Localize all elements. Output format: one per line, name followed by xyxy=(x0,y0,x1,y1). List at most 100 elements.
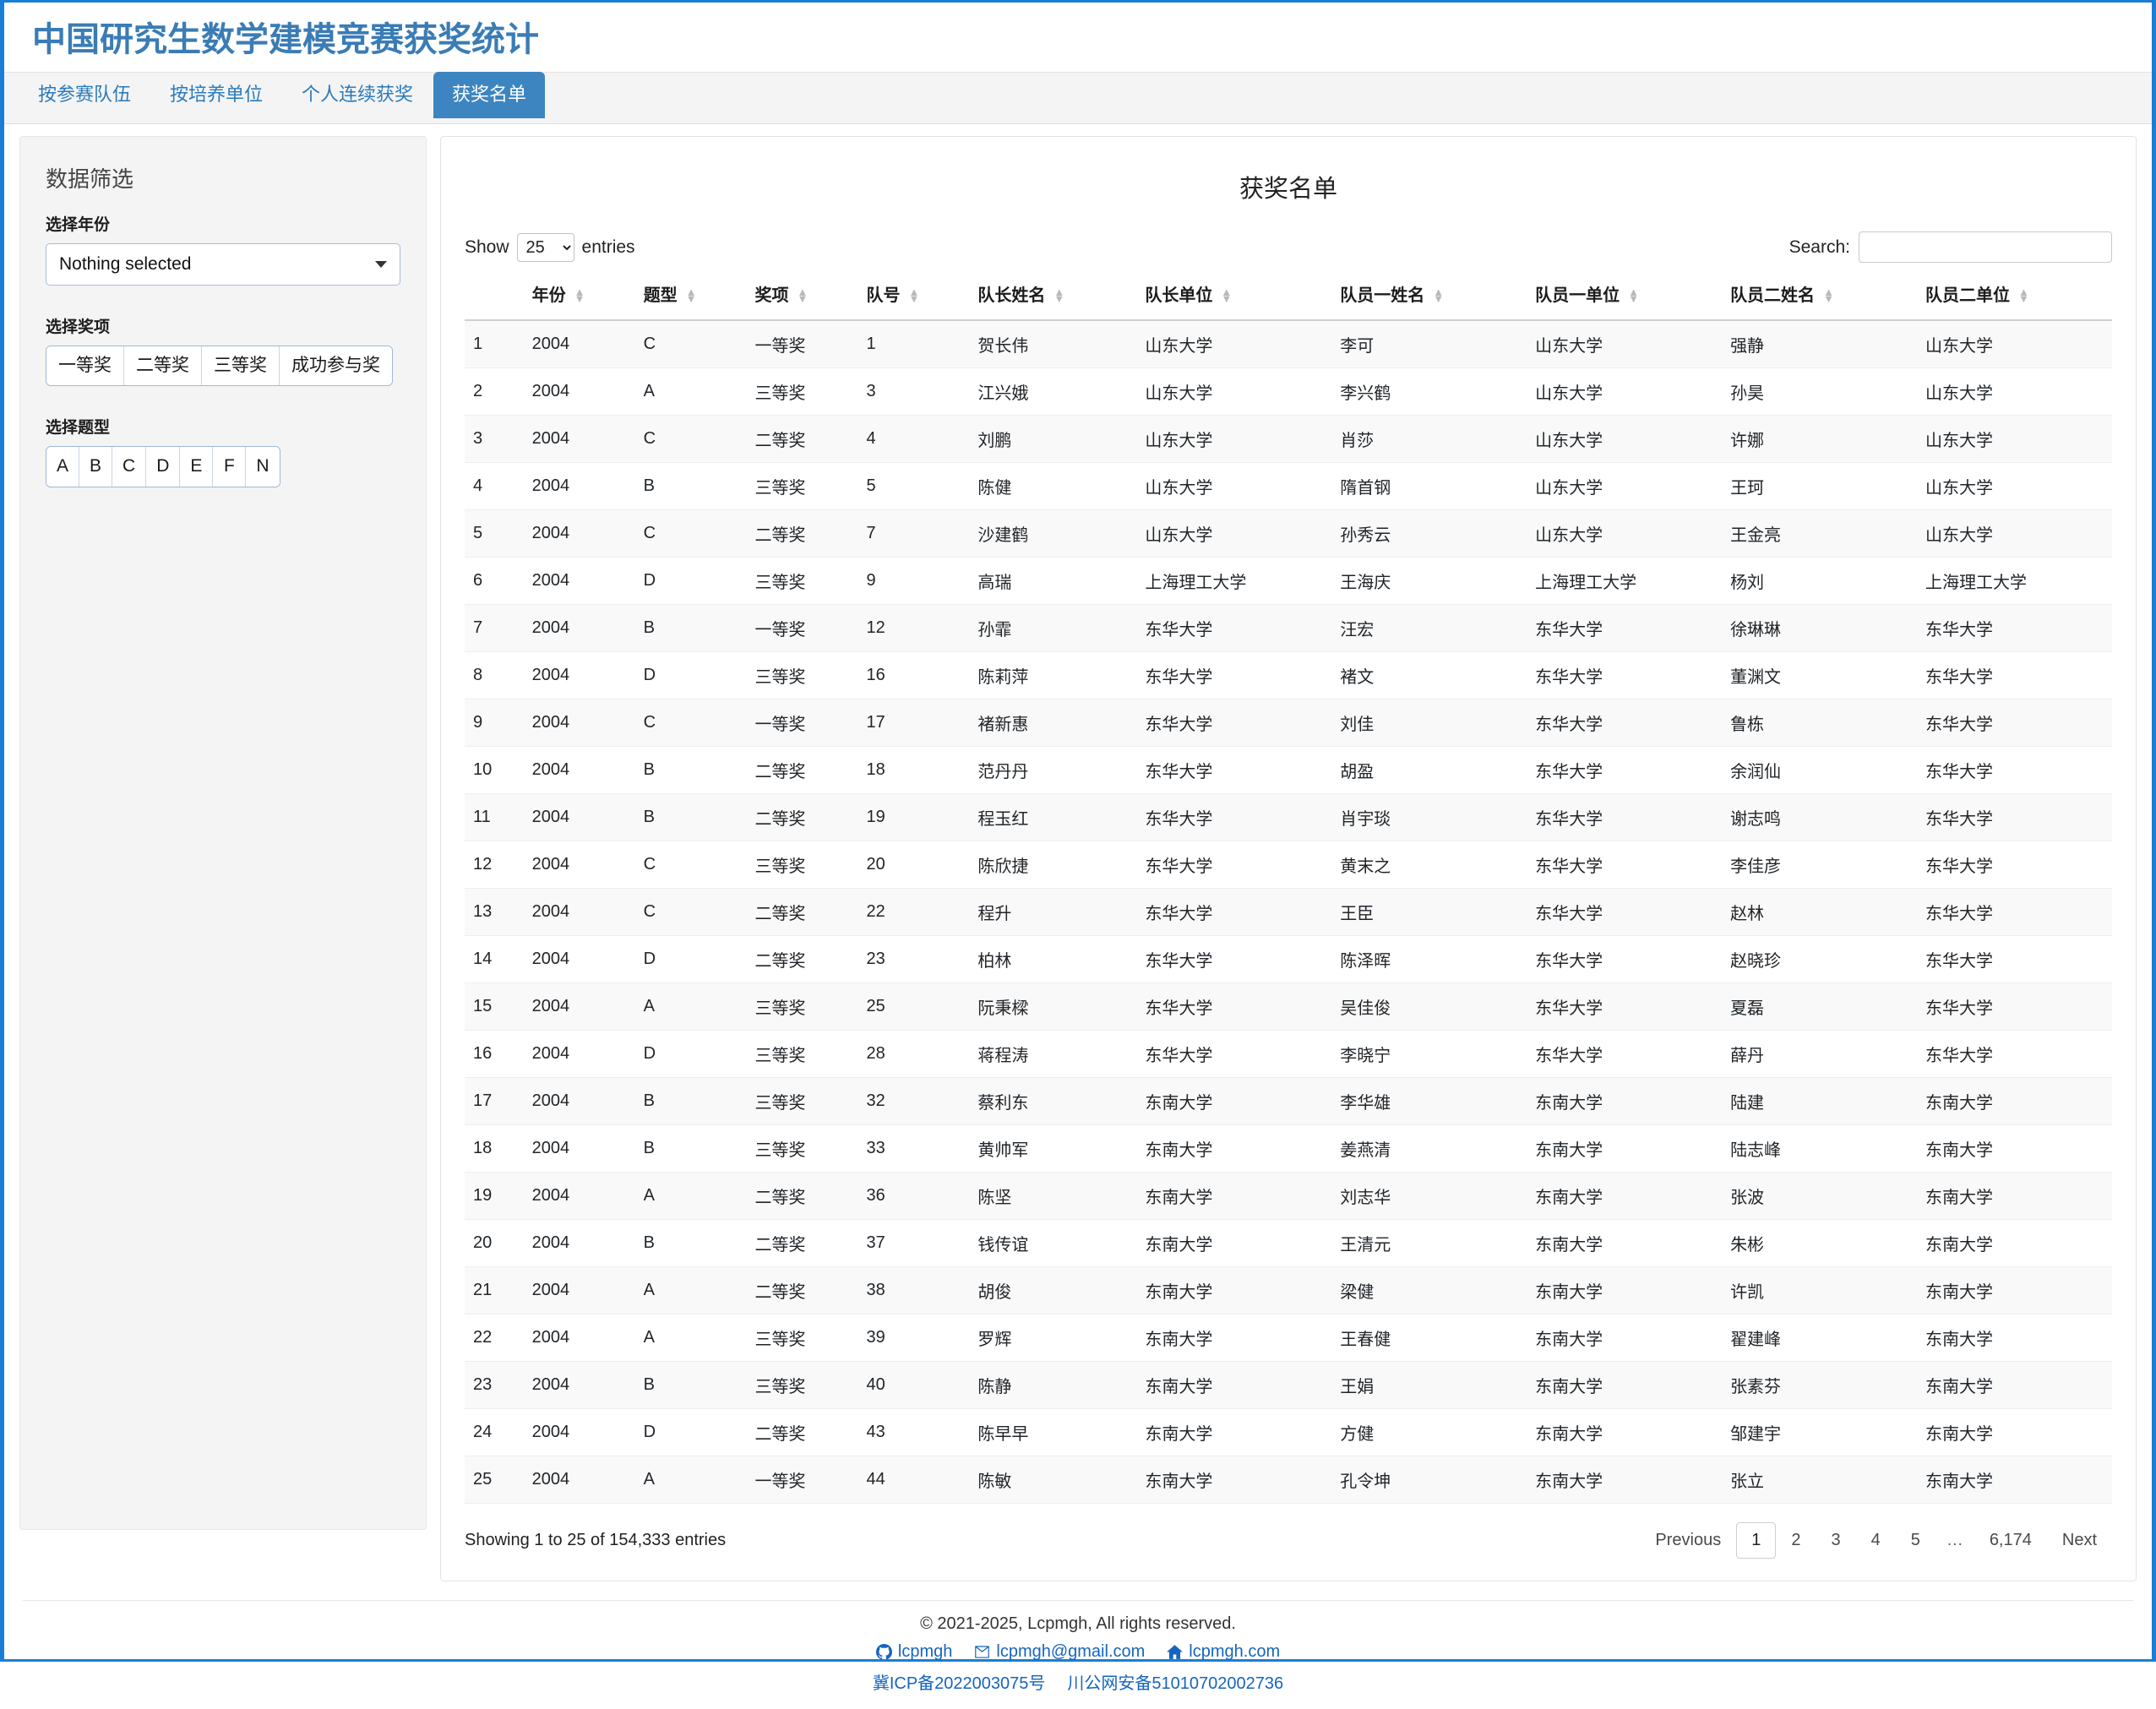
footer-link-home[interactable]: lcpmgh.com xyxy=(1167,1642,1280,1662)
pagination-page-1[interactable]: 1 xyxy=(1736,1522,1777,1559)
cell-leader-name: 陈坚 xyxy=(969,1172,1137,1220)
cell-award: 三等奖 xyxy=(746,841,858,889)
pagination-page-2[interactable]: 2 xyxy=(1776,1522,1816,1559)
cell-member1-institution: 东华大学 xyxy=(1527,746,1723,794)
sort-icon: ▲ ▼ xyxy=(2017,285,2029,305)
award-option-second[interactable]: 二等奖 xyxy=(124,346,202,386)
tab-by-team[interactable]: 按参赛队伍 xyxy=(19,72,150,118)
footer-link-github-label: lcpmgh xyxy=(897,1642,953,1661)
row-index: 14 xyxy=(465,935,524,983)
cell-team-number: 28 xyxy=(858,1030,970,1078)
show-prefix-label: Show xyxy=(465,237,509,257)
footer-link-github[interactable]: lcpmgh xyxy=(875,1642,953,1662)
cell-leader-institution: 东华大学 xyxy=(1136,888,1332,936)
problem-option-f[interactable]: F xyxy=(213,447,247,487)
column-header-member1-name[interactable]: 队员一姓名 ▲ ▼ xyxy=(1331,275,1527,321)
cell-member1-institution: 山东大学 xyxy=(1527,415,1723,463)
cell-leader-name: 陈欣捷 xyxy=(969,841,1137,889)
column-header-year[interactable]: 年份 ▲ ▼ xyxy=(523,275,635,321)
cell-leader-institution: 东南大学 xyxy=(1136,1266,1332,1314)
cell-problem-type: C xyxy=(634,509,747,558)
award-option-first[interactable]: 一等奖 xyxy=(46,346,124,386)
pagination-next[interactable]: Next xyxy=(2047,1522,2112,1559)
column-header-member1-institution[interactable]: 队员一单位 ▲ ▼ xyxy=(1527,275,1723,321)
cell-year: 2004 xyxy=(523,320,635,368)
cell-member2-name: 杨刘 xyxy=(1722,557,1917,605)
award-option-participation[interactable]: 成功参与奖 xyxy=(280,346,392,386)
cell-problem-type: D xyxy=(634,1030,747,1078)
cell-team-number: 40 xyxy=(858,1361,970,1409)
table-row: 2 2004 A 三等奖 3 江兴娥 山东大学 李兴鹤 山东大学 孙昊 山东大学 xyxy=(465,367,2112,416)
pagination-page-5[interactable]: 5 xyxy=(1896,1522,1936,1559)
cell-leader-name: 蒋程涛 xyxy=(969,1030,1137,1078)
column-header-leader-name[interactable]: 队长姓名 ▲ ▼ xyxy=(969,275,1137,321)
cell-member1-name: 吴佳俊 xyxy=(1331,982,1527,1031)
award-option-third[interactable]: 三等奖 xyxy=(202,346,280,386)
cell-year: 2004 xyxy=(523,415,635,463)
search-input[interactable] xyxy=(1859,231,2112,263)
cell-year: 2004 xyxy=(523,888,635,936)
cell-year: 2004 xyxy=(523,1124,635,1173)
problem-option-b[interactable]: B xyxy=(79,447,113,487)
pagination-page-4[interactable]: 4 xyxy=(1856,1522,1896,1559)
cell-team-number: 1 xyxy=(858,320,970,368)
cell-member2-institution: 上海理工大学 xyxy=(1916,557,2112,605)
problem-option-d[interactable]: D xyxy=(146,447,181,487)
problem-option-a[interactable]: A xyxy=(46,447,80,487)
page-length-select[interactable]: 102550100 xyxy=(516,232,574,262)
cell-member2-name: 夏磊 xyxy=(1722,982,1917,1031)
cell-year: 2004 xyxy=(523,1408,635,1456)
cell-member2-institution: 东华大学 xyxy=(1916,982,2112,1031)
table-row: 23 2004 B 三等奖 40 陈静 东南大学 王娟 东南大学 张素芬 东南大学 xyxy=(465,1361,2112,1409)
cell-leader-institution: 东华大学 xyxy=(1136,1030,1332,1078)
column-header-award[interactable]: 奖项 ▲ ▼ xyxy=(746,275,858,321)
column-header-leader-institution[interactable]: 队长单位 ▲ ▼ xyxy=(1136,275,1332,321)
cell-problem-type: B xyxy=(634,1361,747,1409)
page-title: 中国研究生数学建模竞赛获奖统计 xyxy=(32,21,539,58)
tab-award-list[interactable]: 获奖名单 xyxy=(433,72,546,118)
year-select[interactable]: Nothing selected xyxy=(46,243,400,286)
cell-member1-institution: 东南大学 xyxy=(1527,1456,1723,1504)
column-header-team-number[interactable]: 队号 ▲ ▼ xyxy=(858,275,970,321)
cell-member1-name: 李华雄 xyxy=(1331,1077,1527,1125)
cell-member2-name: 陆志峰 xyxy=(1722,1124,1917,1173)
tab-individual-streak[interactable]: 个人连续获奖 xyxy=(283,72,432,118)
tab-by-institution[interactable]: 按培养单位 xyxy=(151,72,281,118)
row-index: 1 xyxy=(465,320,524,368)
cell-member1-name: 王娟 xyxy=(1331,1361,1527,1409)
cell-member1-name: 梁健 xyxy=(1331,1266,1527,1314)
cell-member1-name: 肖莎 xyxy=(1331,415,1527,463)
sort-icon: ▲ ▼ xyxy=(1433,285,1445,305)
footer-link-email[interactable]: lcpmgh@gmail.com xyxy=(974,1642,1145,1662)
pagination-page-3[interactable]: 3 xyxy=(1816,1522,1855,1559)
cell-leader-name: 陈莉萍 xyxy=(969,651,1137,699)
problem-option-c[interactable]: C xyxy=(112,447,147,487)
cell-team-number: 39 xyxy=(858,1314,970,1362)
cell-member2-institution: 东华大学 xyxy=(1916,699,2112,747)
pagination-previous[interactable]: Previous xyxy=(1640,1522,1736,1559)
award-list-table: 年份 ▲ ▼ 题型 ▲ ▼ 奖项 ▲ ▼ 队号 ▲ ▼ 队长姓名 ▲ ▼ 队长单位 ▲ ▼ 队员一姓名 ▲… xyxy=(465,275,2112,1504)
row-index: 8 xyxy=(465,651,524,699)
problem-option-n[interactable]: N xyxy=(246,447,280,487)
table-row: 7 2004 B 一等奖 12 孙霏 东华大学 汪宏 东华大学 徐琳琳 东华大学 xyxy=(465,604,2112,652)
table-row: 5 2004 C 二等奖 7 沙建鹤 山东大学 孙秀云 山东大学 王金亮 山东大学 xyxy=(465,509,2112,558)
column-header-member2-name[interactable]: 队员二姓名 ▲ ▼ xyxy=(1722,275,1917,321)
cell-leader-institution: 山东大学 xyxy=(1136,320,1332,368)
cell-member2-name: 赵晓珍 xyxy=(1722,935,1917,983)
column-header-member2-institution[interactable]: 队员二单位 ▲ ▼ xyxy=(1916,275,2112,321)
column-header-problem-type[interactable]: 题型 ▲ ▼ xyxy=(634,275,747,321)
cell-member1-name: 王清元 xyxy=(1331,1219,1527,1267)
cell-problem-type: D xyxy=(634,557,747,605)
cell-leader-institution: 东华大学 xyxy=(1136,746,1332,794)
icp-record-link[interactable]: 冀ICP备2022003075号 xyxy=(873,1669,1046,1694)
problem-option-e[interactable]: E xyxy=(180,447,214,487)
cell-member1-name: 王臣 xyxy=(1331,888,1527,936)
cell-member1-institution: 东南大学 xyxy=(1527,1361,1723,1409)
cell-member2-institution: 东华大学 xyxy=(1916,935,2112,983)
cell-award: 二等奖 xyxy=(746,793,858,841)
cell-leader-name: 贺长伟 xyxy=(969,320,1137,368)
public-security-record-link[interactable]: 川公网安备51010702002736 xyxy=(1067,1669,1283,1694)
pagination-last-page[interactable]: 6,174 xyxy=(1974,1522,2047,1559)
row-index: 4 xyxy=(465,462,524,510)
cell-award: 二等奖 xyxy=(746,1266,858,1314)
